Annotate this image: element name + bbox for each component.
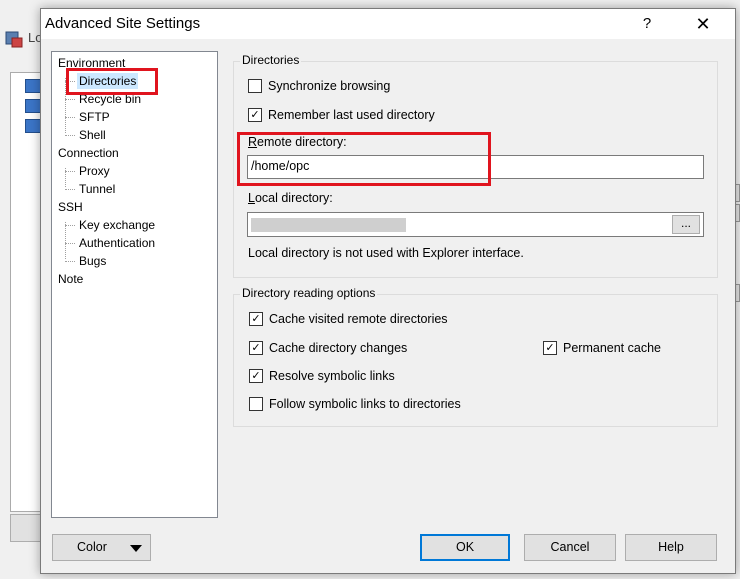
local-directory-label: Local directory: (248, 191, 333, 205)
tree-item-authentication[interactable]: Authentication (64, 235, 157, 251)
highlight-box-remote-directory (237, 132, 491, 186)
dialog-title: Advanced Site Settings (45, 15, 201, 32)
tree-item-shell[interactable]: Shell (65, 127, 108, 143)
directory-reading-options-group: Directory reading options ✓ Cache visite… (233, 286, 718, 427)
directories-group-title: Directories (240, 53, 302, 67)
resolve-symbolic-links-checkbox[interactable]: ✓ Resolve symbolic links (249, 369, 395, 383)
tree-item-proxy[interactable]: Proxy (65, 163, 112, 179)
tree-item-sftp[interactable]: SFTP (65, 109, 112, 125)
follow-symbolic-links-checkbox[interactable]: Follow symbolic links to directories (249, 397, 461, 411)
title-bar: Advanced Site Settings ? ✕ (41, 9, 735, 39)
tree-item-key-exchange[interactable]: Key exchange (64, 217, 157, 233)
tree-item-bugs[interactable]: Bugs (64, 253, 108, 269)
synchronize-browsing-checkbox[interactable]: Synchronize browsing (248, 79, 390, 93)
background-button (10, 514, 44, 542)
check-icon[interactable]: ✓ (249, 312, 263, 326)
check-icon[interactable]: ✓ (543, 341, 557, 355)
explorer-interface-note: Local directory is not used with Explore… (248, 246, 524, 260)
ok-button[interactable]: OK (420, 534, 510, 561)
highlight-box-directories (66, 68, 158, 95)
tree-item-ssh[interactable]: SSH (58, 199, 83, 215)
cancel-button[interactable]: Cancel (524, 534, 616, 561)
tree-item-connection[interactable]: Connection (58, 145, 119, 161)
reading-options-group-title: Directory reading options (240, 286, 378, 300)
settings-tree: Environment Directories Recycle bin SFTP… (51, 51, 218, 518)
local-directory-input[interactable]: ... (247, 212, 704, 237)
advanced-site-settings-dialog: Advanced Site Settings ? ✕ Environment D… (40, 8, 736, 574)
help-title-button[interactable]: ? (627, 9, 667, 39)
redacted-path (251, 218, 406, 232)
close-icon[interactable]: ✕ (681, 9, 725, 39)
cache-remote-directories-checkbox[interactable]: ✓ Cache visited remote directories (249, 312, 448, 326)
browse-button[interactable]: ... (672, 215, 700, 234)
remember-directory-checkbox[interactable]: ✓ Remember last used directory (248, 108, 435, 122)
background-site-list (10, 72, 44, 512)
checkbox-box[interactable] (248, 79, 262, 93)
dropdown-arrow-icon (130, 545, 142, 552)
help-button[interactable]: Help (625, 534, 717, 561)
check-icon[interactable]: ✓ (249, 369, 263, 383)
check-icon[interactable]: ✓ (249, 341, 263, 355)
cache-directory-changes-checkbox[interactable]: ✓ Cache directory changes (249, 341, 407, 355)
tree-item-tunnel[interactable]: Tunnel (64, 181, 117, 197)
check-icon[interactable]: ✓ (248, 108, 262, 122)
tree-item-note[interactable]: Note (58, 271, 83, 287)
permanent-cache-checkbox[interactable]: ✓ Permanent cache (543, 341, 661, 355)
color-button[interactable]: Color (52, 534, 151, 561)
app-icon (4, 30, 24, 48)
checkbox-box[interactable] (249, 397, 263, 411)
